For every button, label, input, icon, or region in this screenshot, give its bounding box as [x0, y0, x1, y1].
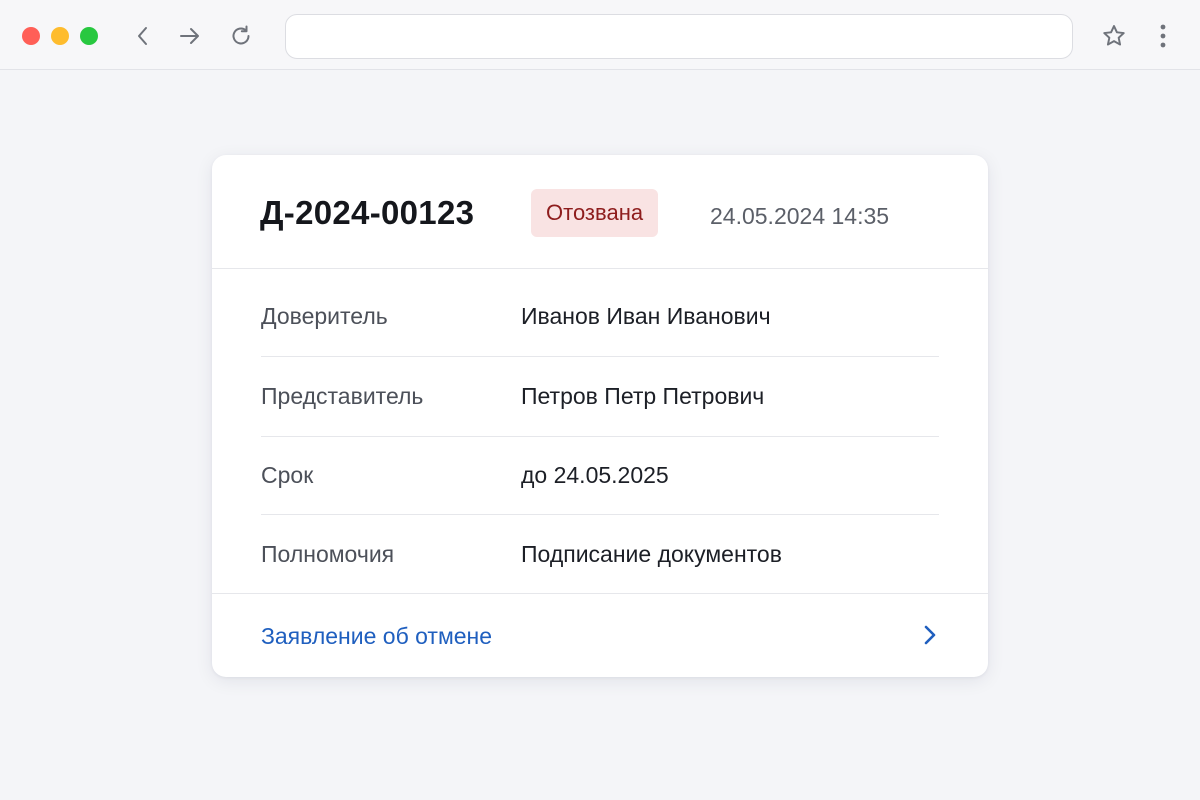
detail-label: Срок [261, 462, 314, 488]
detail-row-representative: Представитель Петров Петр Петрович [261, 357, 939, 437]
detail-label: Представитель [261, 383, 424, 409]
document-number: Д-2024-00123 [260, 194, 475, 231]
arrow-right-icon [180, 28, 199, 44]
detail-value: до 24.05.2025 [521, 462, 669, 488]
kebab-menu-icon [1160, 24, 1166, 48]
detail-row-principal: Доверитель Иванов Иван Иванович [261, 277, 939, 357]
minimize-window-button[interactable] [51, 27, 69, 45]
detail-label: Доверитель [261, 303, 388, 329]
detail-value: Подписание документов [521, 540, 782, 567]
forward-button[interactable] [175, 21, 205, 51]
chevron-left-icon [138, 27, 147, 45]
detail-row-term: Срок до 24.05.2025 [261, 437, 939, 515]
bookmark-button[interactable] [1099, 21, 1129, 51]
detail-value: Иванов Иван Иванович [521, 303, 771, 329]
detail-label: Полномочия [261, 540, 395, 567]
revocation-statement-link[interactable]: Заявление об отмене [212, 593, 988, 677]
chevron-right-icon[interactable] [918, 622, 942, 648]
maximize-window-button[interactable] [80, 27, 98, 45]
close-window-button[interactable] [22, 27, 40, 45]
detail-row-powers: Полномочия Подписание документов [261, 515, 939, 593]
reload-button[interactable] [226, 21, 256, 51]
star-icon [1103, 25, 1125, 46]
document-datetime: 24.05.2024 14:35 [710, 203, 890, 229]
back-button[interactable] [128, 21, 158, 51]
address-bar[interactable] [285, 14, 1073, 59]
reload-icon [232, 25, 250, 45]
power-of-attorney-card: Д-2024-00123 Отозвана 24.05.2024 14:35 Д… [212, 155, 988, 677]
browser-toolbar [0, 0, 1200, 70]
browser-window: Д-2024-00123 Отозвана 24.05.2024 14:35 Д… [0, 0, 1200, 800]
status-badge: Отозвана [531, 189, 659, 237]
browser-menu-button[interactable] [1150, 21, 1176, 51]
detail-value: Петров Петр Петрович [521, 383, 765, 409]
revocation-statement-label[interactable]: Заявление об отмене [261, 594, 492, 678]
card-header: Д-2024-00123 Отозвана 24.05.2024 14:35 [212, 155, 988, 269]
